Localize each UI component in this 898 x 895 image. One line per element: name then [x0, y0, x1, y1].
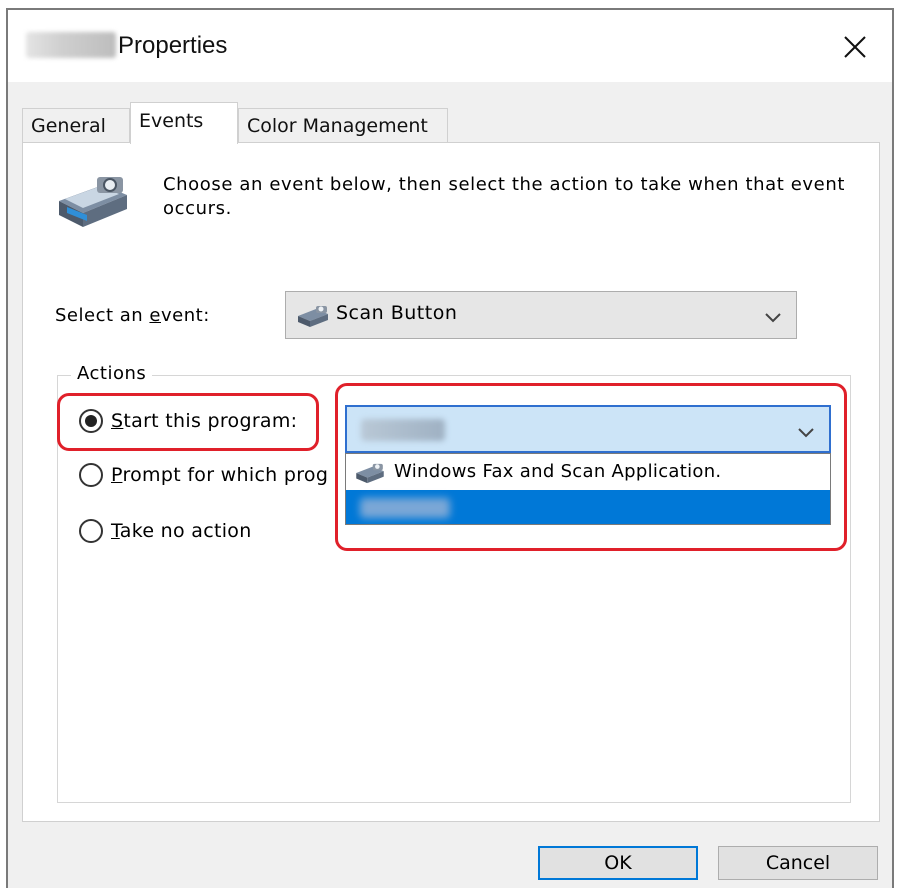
- scanner-mini-icon: [298, 306, 328, 327]
- chevron-down-icon: [798, 428, 814, 438]
- radio-button[interactable]: [79, 463, 103, 487]
- label-part: tart this program:: [123, 410, 298, 432]
- tab-color-management[interactable]: Color Management: [238, 108, 448, 142]
- program-select[interactable]: [345, 405, 831, 453]
- select-event-label: Select an event:: [55, 305, 210, 326]
- radio-take-no-action[interactable]: Take no action: [79, 519, 252, 543]
- chevron-down-icon: [765, 313, 781, 323]
- blurred-option-label: [360, 498, 450, 518]
- label-mnemonic: e: [149, 305, 161, 326]
- close-button[interactable]: [838, 30, 872, 64]
- radio-button[interactable]: [79, 519, 103, 543]
- event-select[interactable]: Scan Button: [285, 291, 797, 339]
- label-part: ake no action: [119, 520, 252, 542]
- scanner-mini-icon: [356, 463, 384, 484]
- properties-dialog: Properties General Events Color Manageme…: [6, 8, 894, 888]
- close-icon: [844, 36, 866, 58]
- ok-button[interactable]: OK: [538, 846, 698, 880]
- radio-prompt-program[interactable]: Prompt for which prog: [79, 463, 328, 487]
- title-bar: Properties: [8, 10, 892, 82]
- label-part: Select an: [55, 305, 150, 326]
- radio-start-program[interactable]: Start this program:: [79, 409, 297, 433]
- dropdown-option-label: Windows Fax and Scan Application.: [394, 461, 722, 482]
- window-title: Properties: [118, 32, 228, 59]
- dropdown-option[interactable]: Windows Fax and Scan Application.: [346, 456, 830, 490]
- scanner-icon: [59, 177, 127, 227]
- radio-label: Prompt for which prog: [111, 464, 328, 486]
- label-mnemonic: P: [111, 464, 123, 486]
- label-part: rompt for which prog: [122, 464, 329, 486]
- radio-label: Take no action: [111, 520, 252, 542]
- actions-legend: Actions: [71, 363, 153, 384]
- tab-general[interactable]: General: [22, 108, 130, 142]
- cancel-button[interactable]: Cancel: [718, 846, 878, 880]
- label-part: vent:: [161, 305, 210, 326]
- program-dropdown-list: Windows Fax and Scan Application.: [345, 453, 831, 525]
- event-select-value: Scan Button: [336, 302, 458, 324]
- blurred-device-name: [26, 32, 116, 58]
- events-panel: Choose an event below, then select the a…: [22, 142, 880, 822]
- blurred-program-name: [361, 419, 445, 441]
- dialog-client-area: General Events Color Management Choose a…: [8, 82, 892, 888]
- label-mnemonic: S: [111, 410, 124, 432]
- tab-events[interactable]: Events: [130, 102, 238, 144]
- radio-button[interactable]: [79, 409, 103, 433]
- radio-label: Start this program:: [111, 410, 297, 432]
- dropdown-option-selected[interactable]: [346, 490, 830, 524]
- label-mnemonic: T: [111, 520, 120, 542]
- events-description: Choose an event below, then select the a…: [163, 174, 845, 219]
